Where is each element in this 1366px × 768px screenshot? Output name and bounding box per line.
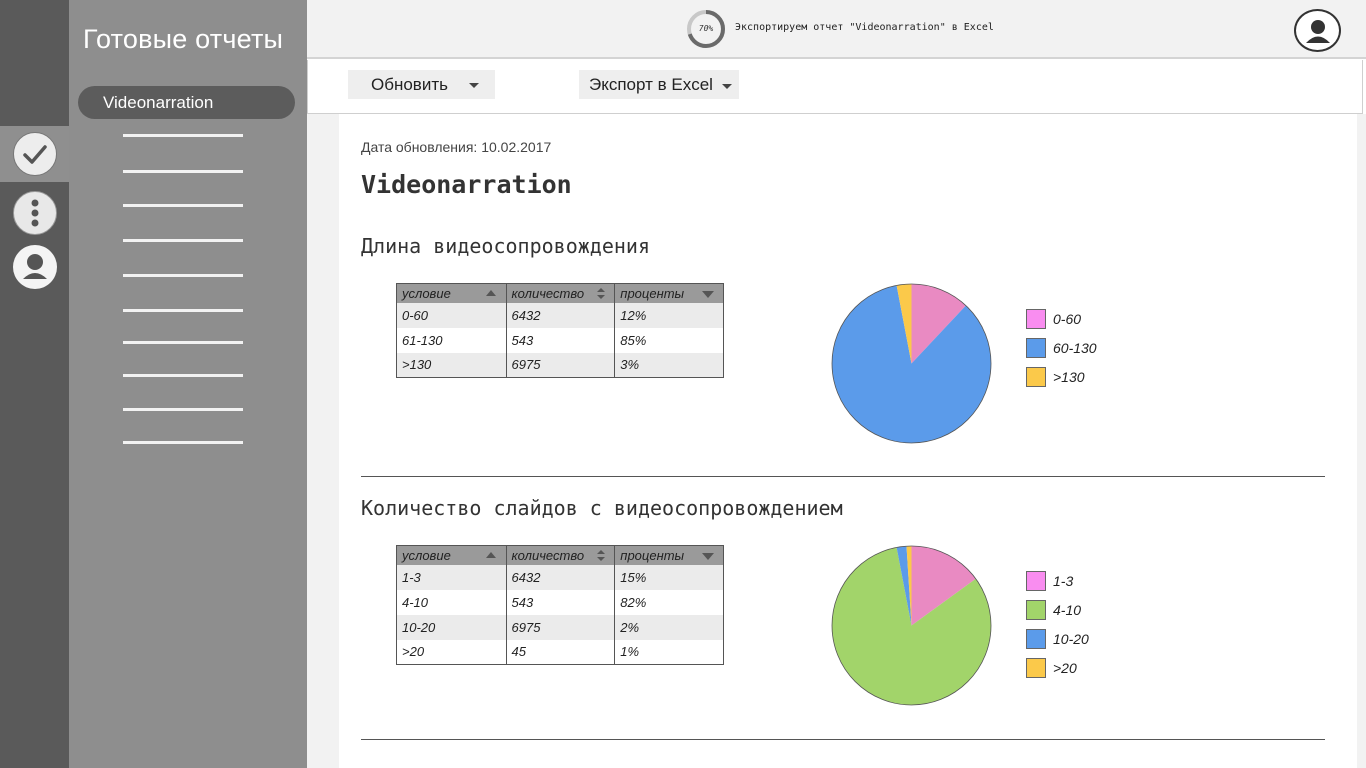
- section-title: Количество слайдов с видеосопровождением: [361, 496, 843, 520]
- table-row: 61-130 543 85%: [396, 327, 724, 353]
- legend-label: 10-20: [1053, 631, 1089, 647]
- refresh-button-label: Обновить: [371, 75, 448, 94]
- table-cell: 10-20: [396, 614, 507, 640]
- sidebar-item-placeholder[interactable]: [123, 374, 243, 377]
- account-avatar[interactable]: [1294, 9, 1341, 52]
- refresh-button[interactable]: Обновить: [348, 70, 495, 99]
- pie-chart: [831, 283, 992, 444]
- table-cell: >130: [396, 352, 507, 378]
- table-cell: 3%: [614, 352, 724, 378]
- sidebar-item-placeholder[interactable]: [123, 204, 243, 207]
- report-content: Дата обновления: 10.02.2017 Videonarrati…: [339, 114, 1357, 768]
- column-header[interactable]: условие: [396, 545, 507, 565]
- legend-label: 4-10: [1053, 602, 1082, 618]
- check-icon: [23, 145, 47, 164]
- pie-chart: [831, 545, 992, 706]
- table-cell: 82%: [614, 589, 724, 615]
- table-cell: 12%: [614, 302, 724, 328]
- column-header[interactable]: условие: [396, 283, 507, 303]
- table-header-row: условие количество проценты: [396, 283, 724, 303]
- sort-icon: [597, 288, 606, 299]
- sort-asc-icon: [485, 290, 496, 296]
- table-cell: 543: [506, 327, 616, 353]
- data-table: условие количество проценты 1-3 6432 15%…: [396, 545, 724, 665]
- table-cell: 4-10: [396, 589, 507, 615]
- table-cell: 61-130: [396, 327, 507, 353]
- sort-icon: [597, 550, 606, 561]
- data-table: условие количество проценты 0-60 6432 12…: [396, 283, 724, 378]
- table-cell: 0-60: [396, 302, 507, 328]
- legend-swatch: [1026, 571, 1046, 591]
- table-cell: 6975: [506, 614, 616, 640]
- legend-label: 1-3: [1053, 573, 1074, 589]
- sort-desc-icon: [702, 553, 714, 560]
- table-row: >20 45 1%: [396, 639, 724, 665]
- table-row: 10-20 6975 2%: [396, 614, 724, 640]
- chevron-down-icon: [469, 83, 479, 88]
- report-title: Videonarration: [361, 170, 572, 199]
- status-bar: 70% Экспортируем отчет "Videonarration" …: [307, 0, 1366, 59]
- table-cell: 6432: [506, 564, 616, 590]
- export-progress-label: 70%: [698, 24, 714, 33]
- export-status-message: Экспортируем отчет "Videonarration" в Ex…: [735, 22, 994, 33]
- table-row: 1-3 6432 15%: [396, 564, 724, 590]
- sidebar-item-placeholder[interactable]: [123, 341, 243, 344]
- table-cell: 85%: [614, 327, 724, 353]
- icon-rail: [0, 0, 69, 768]
- table-cell: >20: [396, 639, 507, 665]
- table-row: >130 6975 3%: [396, 352, 724, 378]
- sidebar-item-placeholder[interactable]: [123, 239, 243, 242]
- column-header[interactable]: проценты: [614, 545, 724, 565]
- user-icon: [1305, 19, 1330, 43]
- sidebar-item-placeholder[interactable]: [123, 134, 243, 137]
- legend-swatch: [1026, 338, 1046, 358]
- legend-swatch: [1026, 367, 1046, 387]
- reports-sidebar: Готовые отчеты Videonarration: [69, 0, 307, 768]
- table-cell: 543: [506, 589, 616, 615]
- legend-swatch: [1026, 658, 1046, 678]
- sidebar-item-videonarration[interactable]: Videonarration: [78, 86, 295, 119]
- more-vertical-icon: [31, 199, 39, 227]
- section-title: Длина видеосопровождения: [361, 234, 650, 258]
- profile-rail-button[interactable]: [13, 245, 57, 289]
- section-divider: [361, 739, 1325, 740]
- sidebar-item-placeholder[interactable]: [123, 170, 243, 173]
- table-cell: 1%: [614, 639, 724, 665]
- sidebar-item-placeholder[interactable]: [123, 274, 243, 277]
- legend-swatch: [1026, 600, 1046, 620]
- sort-asc-icon: [485, 552, 496, 558]
- table-cell: 6975: [506, 352, 616, 378]
- user-icon: [14, 246, 56, 288]
- sidebar-item-placeholder[interactable]: [123, 309, 243, 312]
- sidebar-item-placeholder[interactable]: [123, 441, 243, 444]
- sort-desc-icon: [702, 291, 714, 298]
- table-cell: 15%: [614, 564, 724, 590]
- report-toolbar: Обновить Экспорт в Excel: [307, 60, 1363, 114]
- column-header[interactable]: проценты: [614, 283, 724, 303]
- sidebar-item-placeholder[interactable]: [123, 408, 243, 411]
- legend-label: >130: [1053, 369, 1085, 385]
- legend-swatch: [1026, 629, 1046, 649]
- more-rail-button[interactable]: [13, 191, 57, 235]
- export-excel-button[interactable]: Экспорт в Excel: [579, 70, 739, 99]
- table-cell: 2%: [614, 614, 724, 640]
- table-cell: 1-3: [396, 564, 507, 590]
- table-row: 0-60 6432 12%: [396, 302, 724, 328]
- legend-label: 0-60: [1053, 311, 1082, 327]
- legend-swatch: [1026, 309, 1046, 329]
- column-header[interactable]: количество: [506, 545, 616, 565]
- reports-rail-button[interactable]: [13, 132, 57, 176]
- legend-label: >20: [1053, 660, 1077, 676]
- table-row: 4-10 543 82%: [396, 589, 724, 615]
- sidebar-title: Готовые отчеты: [83, 24, 284, 54]
- table-header-row: условие количество проценты: [396, 545, 724, 565]
- export-button-label: Экспорт в Excel: [589, 75, 713, 94]
- section-divider: [361, 476, 1325, 477]
- column-header[interactable]: количество: [506, 283, 616, 303]
- table-cell: 6432: [506, 302, 616, 328]
- legend-label: 60-130: [1053, 340, 1097, 356]
- update-date: Дата обновления: 10.02.2017: [361, 139, 552, 155]
- table-cell: 45: [506, 639, 616, 665]
- chevron-down-icon: [722, 84, 732, 89]
